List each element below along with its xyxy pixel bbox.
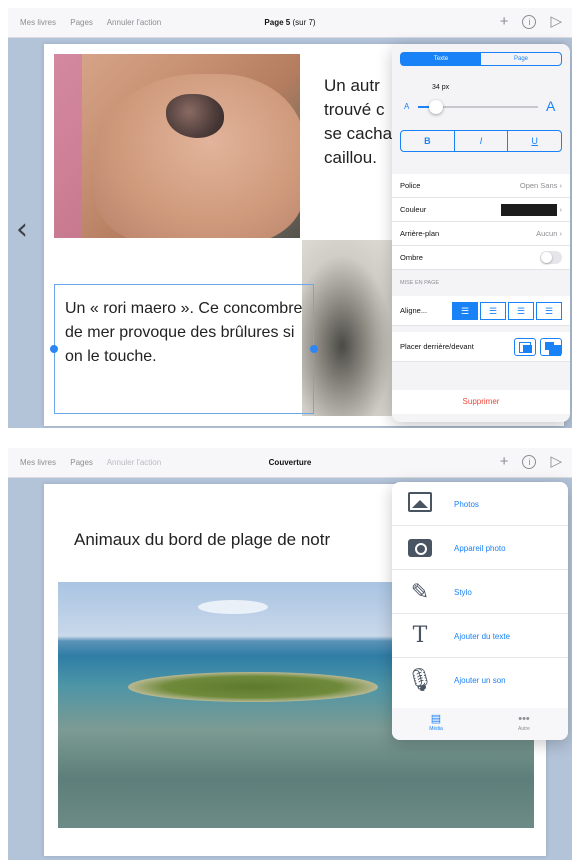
- align-buttons: ☰ ☰ ☰ ☰: [452, 301, 562, 320]
- font-size-slider[interactable]: [418, 100, 538, 114]
- menu-item-camera[interactable]: Appareil photo: [392, 526, 568, 570]
- background-label: Arrière-plan: [400, 229, 440, 238]
- tab-text[interactable]: Texte: [401, 53, 481, 65]
- camera-icon-glyph: [408, 539, 432, 557]
- text-line: se cacha: [324, 124, 393, 143]
- menu-item-label: Ajouter du texte: [454, 632, 511, 641]
- top-toolbar: Mes livres Pages Annuler l'action Page 5…: [8, 8, 572, 38]
- underline-button[interactable]: U: [508, 131, 561, 151]
- align-label: Aligne...: [400, 306, 428, 315]
- font-size-value: 34 px: [432, 84, 450, 91]
- background-row[interactable]: Arrière-plan Aucun ›: [392, 222, 570, 246]
- screen-add-media: Mes livres Pages Annuler l'action Couver…: [8, 448, 572, 860]
- menu-item-label: Photos: [454, 500, 479, 509]
- menu-item-photos[interactable]: Photos: [392, 482, 568, 526]
- chevron-left-icon[interactable]: ‹: [16, 212, 28, 247]
- plus-icon[interactable]: +: [500, 454, 509, 470]
- text-block-top[interactable]: Un autr trouvé c se cacha caillou.: [324, 74, 392, 170]
- color-row[interactable]: Couleur ›: [392, 198, 570, 222]
- align-right-icon[interactable]: ☰: [508, 301, 534, 320]
- photo-detail: [54, 54, 82, 238]
- menu-item-label: Stylo: [454, 588, 472, 597]
- info-icon[interactable]: i: [522, 15, 537, 29]
- page-count: (sur 7): [292, 18, 316, 27]
- page-number: Page 5: [264, 18, 291, 27]
- toolbar-icons: + i ▷: [500, 454, 562, 470]
- play-icon[interactable]: ▷: [550, 14, 562, 30]
- align-left-icon[interactable]: ☰: [452, 301, 478, 320]
- text-line: trouvé c: [324, 100, 385, 119]
- tab-media[interactable]: ▤ Média: [392, 708, 480, 740]
- delete-button[interactable]: Supprimer: [392, 390, 570, 414]
- layout-section-header: MISE EN PAGE: [400, 280, 440, 286]
- plus-icon[interactable]: +: [500, 14, 509, 30]
- play-icon[interactable]: ▷: [550, 454, 562, 470]
- resize-handle-left[interactable]: [50, 345, 58, 353]
- layer-buttons: [514, 337, 562, 356]
- align-center-icon[interactable]: ☰: [480, 301, 506, 320]
- add-media-menu: Photos Appareil photo ✎ Stylo T Ajouter …: [392, 482, 568, 740]
- menu-item-add-text[interactable]: T Ajouter du texte: [392, 614, 568, 658]
- font-row[interactable]: Police Open Sans ›: [392, 174, 570, 198]
- text-line: Un autr: [324, 76, 380, 95]
- menu-item-add-sound[interactable]: 🎙 Ajouter un son: [392, 658, 568, 702]
- bring-forward-icon[interactable]: [540, 337, 562, 356]
- shadow-row: Ombre: [392, 246, 570, 270]
- page-title: Couverture: [268, 458, 312, 467]
- text-icon: T: [412, 623, 428, 648]
- tab-page[interactable]: Page: [481, 53, 561, 65]
- shadow-label: Ombre: [400, 253, 423, 262]
- shadow-toggle[interactable]: [540, 251, 562, 264]
- text-box-content: Un « rori maero ». Ce concombre de mer p…: [65, 300, 303, 365]
- photo-island: [128, 672, 378, 702]
- resize-handle-right[interactable]: [310, 345, 318, 353]
- font-label: Police: [400, 181, 421, 190]
- photo-cloud: [198, 600, 268, 614]
- format-panel: Texte Page 34 px A A B I U Police Open S…: [392, 44, 570, 422]
- format-tabs: Texte Page: [400, 52, 562, 66]
- align-justify-icon[interactable]: ☰: [536, 301, 562, 320]
- layer-label: Placer derrière/devant: [400, 342, 474, 351]
- tab-other-label: Autre: [518, 726, 530, 732]
- menu-item-label: Ajouter un son: [454, 676, 506, 685]
- menu-item-label: Appareil photo: [454, 544, 506, 553]
- slider-knob[interactable]: [429, 100, 443, 114]
- text-style-buttons: B I U: [400, 130, 562, 152]
- background-value-text: Aucun: [536, 229, 558, 238]
- font-value: Open Sans ›: [519, 181, 562, 190]
- pen-icon: ✎: [410, 579, 430, 604]
- top-toolbar: Mes livres Pages Annuler l'action Couver…: [8, 448, 572, 478]
- italic-button[interactable]: I: [455, 131, 509, 151]
- hand-photo[interactable]: [54, 54, 300, 238]
- align-row: Aligne... ☰ ☰ ☰ ☰: [392, 296, 570, 326]
- photo-icon: [406, 492, 434, 516]
- photo-icon-glyph: [408, 492, 432, 512]
- text-line: caillou.: [324, 148, 377, 167]
- small-a-icon: A: [404, 102, 410, 111]
- send-backward-icon[interactable]: [514, 337, 536, 356]
- menu-tabs: ▤ Média ••• Autre: [392, 708, 568, 740]
- more-icon: •••: [518, 713, 530, 725]
- toolbar-icons: + i ▷: [500, 14, 562, 30]
- rock-photo[interactable]: [302, 240, 402, 416]
- cover-title[interactable]: Animaux du bord de plage de notr: [74, 530, 330, 550]
- microphone-icon: 🎙: [406, 667, 434, 692]
- camera-icon: [406, 536, 434, 560]
- tab-media-label: Média: [429, 726, 443, 732]
- color-label: Couleur: [400, 205, 427, 214]
- selected-text-box[interactable]: Un « rori maero ». Ce concombre de mer p…: [54, 284, 314, 414]
- page-title: Page 5 (sur 7): [8, 18, 572, 27]
- menu-item-pen[interactable]: ✎ Stylo: [392, 570, 568, 614]
- color-swatch: [501, 203, 558, 216]
- background-value: Aucun ›: [536, 229, 562, 238]
- layer-row: Placer derrière/devant: [392, 332, 570, 362]
- bold-button[interactable]: B: [401, 131, 455, 151]
- screen-text-formatting: Mes livres Pages Annuler l'action Page 5…: [8, 8, 572, 428]
- info-icon[interactable]: i: [522, 455, 537, 469]
- color-value: ›: [501, 203, 562, 216]
- font-value-text: Open Sans: [519, 181, 558, 190]
- big-a-icon: A: [546, 98, 556, 114]
- tab-other[interactable]: ••• Autre: [480, 708, 568, 740]
- media-icon: ▤: [430, 713, 442, 725]
